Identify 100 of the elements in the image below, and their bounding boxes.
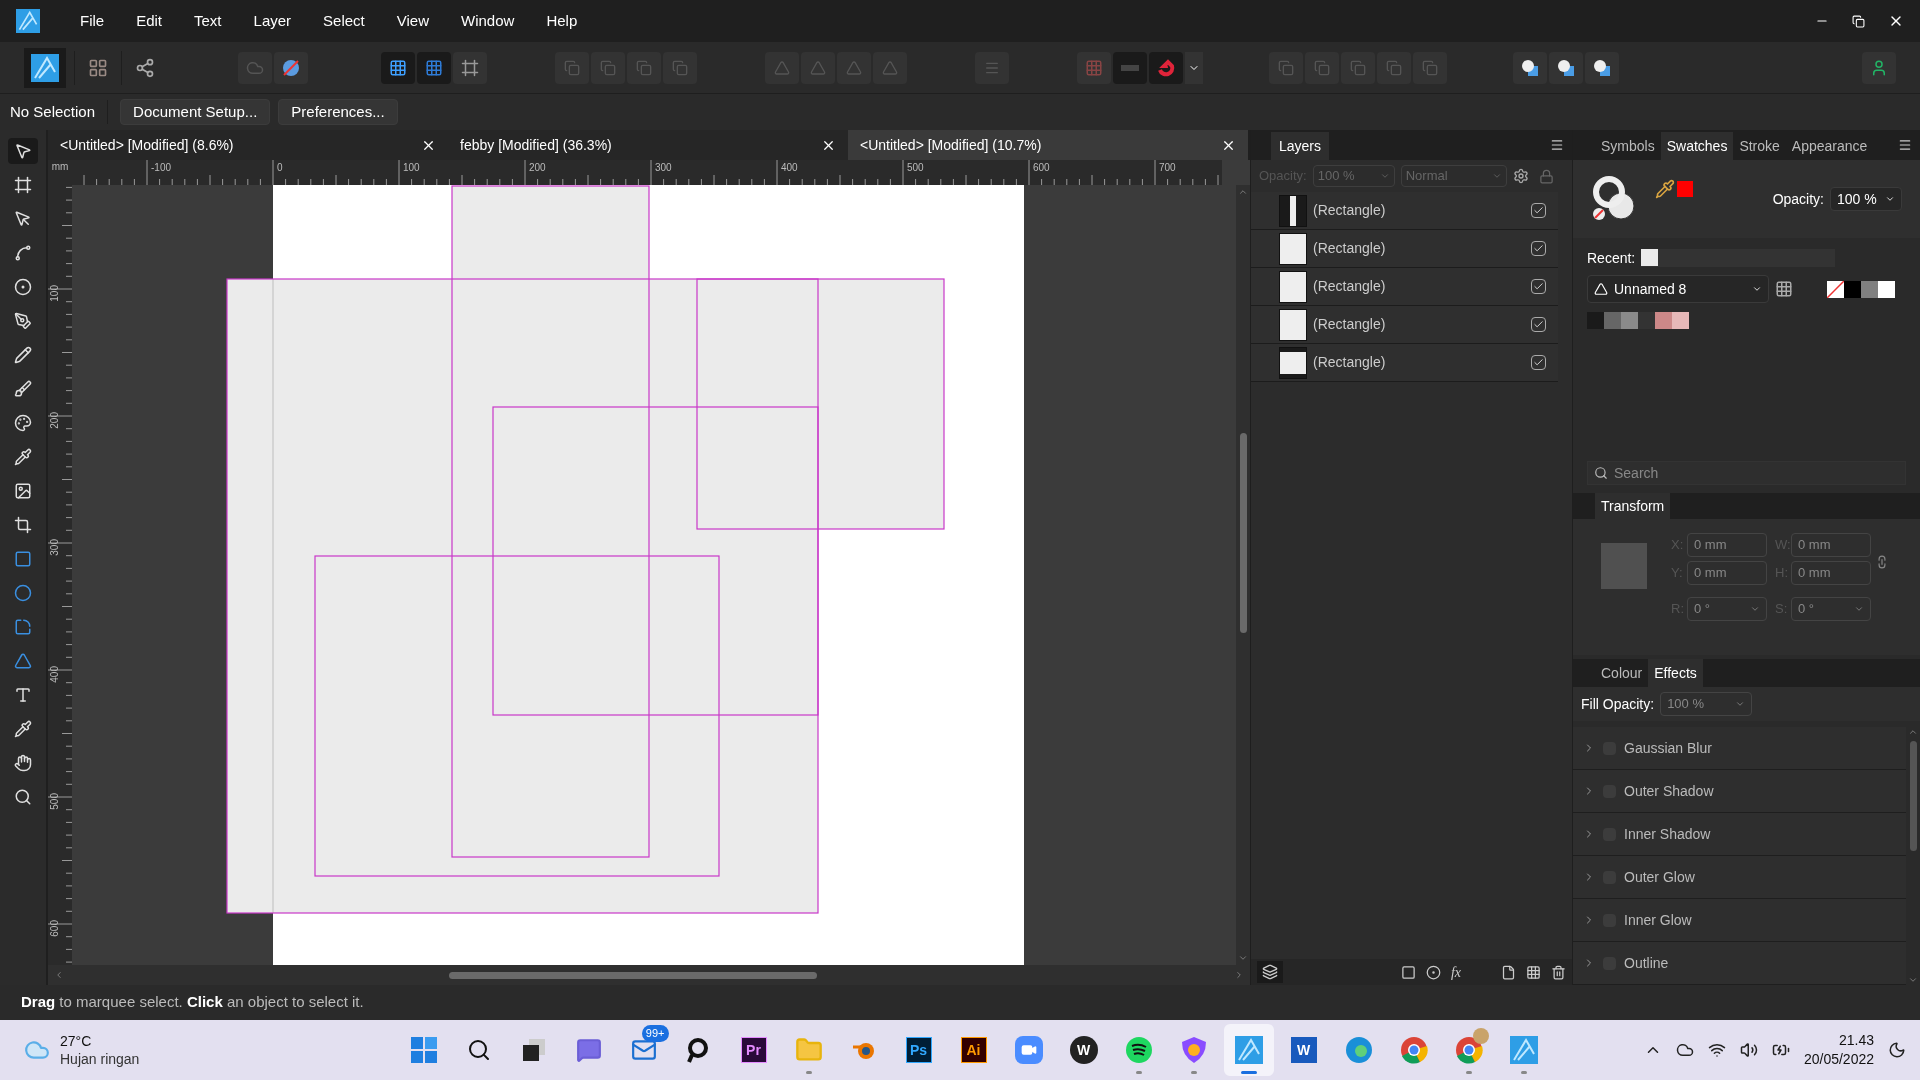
toolbar-button[interactable] bbox=[274, 51, 308, 84]
app-tile-icon: W bbox=[1290, 1037, 1317, 1063]
search-field[interactable]: Search bbox=[1587, 461, 1906, 485]
color-swatch[interactable] bbox=[1861, 280, 1878, 298]
angle-dropdown[interactable]: 0 ° bbox=[1687, 597, 1767, 621]
panel-tab[interactable]: Transform bbox=[1595, 493, 1671, 519]
effect-row[interactable]: Outline bbox=[1573, 942, 1906, 985]
recent-swatch[interactable] bbox=[1641, 249, 1659, 266]
taskbar-app[interactable]: Pr bbox=[728, 1024, 779, 1076]
clock-time[interactable]: 21.43 bbox=[1838, 1031, 1874, 1050]
boolean-button[interactable] bbox=[1413, 51, 1447, 84]
taskbar-app[interactable]: Ai bbox=[948, 1024, 999, 1076]
horizontal-scrollbar-thumb[interactable] bbox=[449, 971, 817, 979]
panel-tab[interactable]: Colour bbox=[1595, 659, 1649, 687]
document-tab[interactable]: <Untitled> [Modified] (10.7%) bbox=[848, 130, 1248, 160]
layer-row[interactable]: (Rectangle) bbox=[1251, 268, 1558, 306]
layer-row[interactable]: (Rectangle) bbox=[1251, 344, 1558, 382]
menu-item[interactable]: File bbox=[70, 9, 115, 33]
value-field[interactable]: 0 mm bbox=[1791, 533, 1871, 557]
effect-row[interactable]: Inner Glow bbox=[1573, 899, 1906, 942]
visibility-checkbox[interactable] bbox=[1531, 241, 1546, 256]
insert-button[interactable] bbox=[1549, 51, 1583, 84]
visibility-checkbox[interactable] bbox=[1531, 279, 1546, 294]
insert-button[interactable] bbox=[1585, 51, 1619, 84]
value-field[interactable]: 0 mm bbox=[1687, 561, 1767, 585]
color-swatch[interactable] bbox=[1604, 312, 1621, 329]
boolean-button[interactable] bbox=[1269, 51, 1303, 84]
tool-button[interactable] bbox=[8, 138, 38, 164]
arrange-button[interactable] bbox=[627, 51, 661, 84]
opacity-dropdown[interactable]: 100 % bbox=[1830, 187, 1902, 211]
triangle-icon bbox=[846, 59, 862, 76]
dropdown-button[interactable] bbox=[1185, 51, 1203, 84]
color-swatch[interactable] bbox=[1672, 312, 1689, 329]
user-icon bbox=[1870, 58, 1888, 77]
palette-dropdown[interactable]: Unnamed 8 bbox=[1587, 275, 1769, 303]
color-swatch[interactable] bbox=[1844, 280, 1861, 298]
color-swatch[interactable] bbox=[1621, 312, 1638, 329]
overlapping-rectangles-drawing[interactable] bbox=[226, 185, 945, 914]
panel-tab[interactable]: Swatches bbox=[1660, 132, 1734, 160]
current-color[interactable] bbox=[1677, 181, 1693, 197]
visibility-checkbox[interactable] bbox=[1531, 355, 1546, 370]
panel-tab[interactable]: Symbols bbox=[1595, 132, 1661, 160]
boolean-button[interactable] bbox=[1377, 51, 1411, 84]
color-swatch[interactable] bbox=[1655, 312, 1672, 329]
panel-tab[interactable]: Appearance bbox=[1785, 132, 1874, 160]
layer-row[interactable]: (Rectangle) bbox=[1251, 230, 1558, 268]
panel-tab[interactable]: Layers bbox=[1271, 132, 1330, 160]
angle-dropdown[interactable]: 0 ° bbox=[1791, 597, 1871, 621]
menu-item[interactable]: Edit bbox=[126, 9, 173, 33]
insert-button[interactable] bbox=[1513, 51, 1547, 84]
context-button[interactable]: Preferences... bbox=[278, 99, 398, 125]
menu-item[interactable]: Help bbox=[536, 9, 588, 33]
menu-item[interactable]: Window bbox=[451, 9, 525, 33]
effect-row[interactable]: Outer Shadow bbox=[1573, 770, 1906, 813]
arrange-button[interactable] bbox=[663, 51, 697, 84]
color-swatch[interactable] bbox=[1638, 312, 1655, 329]
taskbar-app[interactable]: Ps bbox=[893, 1024, 944, 1076]
boolean-button[interactable] bbox=[1341, 51, 1375, 84]
designer-persona-button[interactable] bbox=[24, 47, 66, 88]
taskbar-app[interactable]: W bbox=[1278, 1024, 1329, 1076]
document-tab[interactable]: febby [Modified] (36.3%) bbox=[448, 130, 848, 160]
value-field[interactable]: 0 mm bbox=[1687, 533, 1767, 557]
document-tab[interactable]: <Untitled> [Modified] (8.6%) bbox=[48, 130, 448, 160]
menu-item[interactable]: Select bbox=[313, 9, 375, 33]
layer-row[interactable]: (Rectangle) bbox=[1251, 306, 1558, 344]
account-button[interactable] bbox=[1862, 51, 1896, 84]
snap-button[interactable] bbox=[381, 51, 415, 84]
visibility-checkbox[interactable] bbox=[1531, 317, 1546, 332]
taskbar-app[interactable]: W bbox=[1058, 1024, 1109, 1076]
tool-icon bbox=[14, 754, 32, 772]
effect-row[interactable]: Inner Shadow bbox=[1573, 813, 1906, 856]
color-swatch[interactable] bbox=[1587, 312, 1604, 329]
panel-tab[interactable]: Effects bbox=[1648, 659, 1703, 687]
effects-button[interactable]: fx bbox=[1450, 961, 1461, 983]
clock-date[interactable]: 20/05/2022 bbox=[1803, 1050, 1874, 1069]
vertical-scrollbar-thumb[interactable] bbox=[1239, 433, 1247, 633]
layer-row[interactable]: (Rectangle) bbox=[1251, 192, 1558, 230]
menu-item[interactable]: View bbox=[386, 9, 440, 33]
arrange-button[interactable] bbox=[591, 51, 625, 84]
taskbar-app[interactable]: 99+ bbox=[618, 1024, 669, 1076]
effect-row[interactable]: Gaussian Blur bbox=[1573, 727, 1906, 770]
effect-row[interactable]: Outer Glow bbox=[1573, 856, 1906, 899]
menu-item[interactable]: Layer bbox=[243, 9, 302, 33]
snap-button[interactable] bbox=[417, 51, 451, 84]
visibility-checkbox[interactable] bbox=[1531, 203, 1546, 218]
fill-opacity-dropdown[interactable]: 100 % bbox=[1660, 692, 1753, 716]
snapping-button[interactable] bbox=[1149, 51, 1183, 84]
panel-tab[interactable]: Stroke bbox=[1733, 132, 1786, 160]
weather-temperature: 27°C bbox=[60, 1032, 93, 1050]
toolbar-button[interactable] bbox=[453, 51, 487, 84]
snapping-grid-button[interactable] bbox=[1077, 51, 1111, 84]
scrollbar-thumb[interactable] bbox=[1909, 741, 1917, 851]
arrange-button[interactable] bbox=[555, 51, 589, 84]
scroll-right-icon bbox=[1234, 970, 1244, 980]
color-swatch[interactable] bbox=[1878, 280, 1895, 298]
menu-item[interactable]: Text bbox=[184, 9, 232, 33]
value-field[interactable]: 0 mm bbox=[1791, 561, 1871, 585]
context-button[interactable]: Document Setup... bbox=[120, 99, 271, 125]
no-color-swatch[interactable] bbox=[1827, 280, 1844, 298]
boolean-button[interactable] bbox=[1305, 51, 1339, 84]
